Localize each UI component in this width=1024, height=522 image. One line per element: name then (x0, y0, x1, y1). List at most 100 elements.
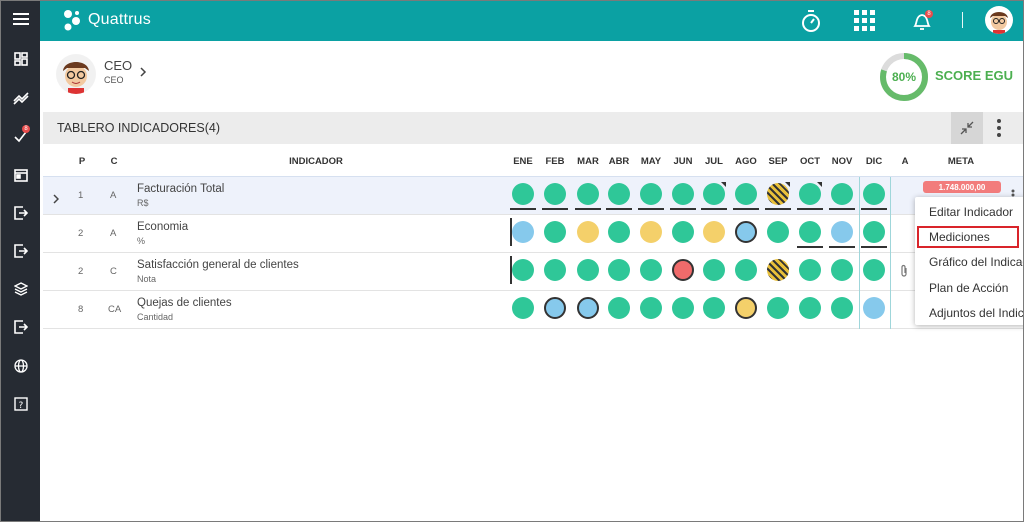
header-month-jul[interactable]: JUL (699, 156, 729, 167)
header-month-dic[interactable]: DIC (859, 156, 889, 167)
status-dot[interactable] (863, 259, 885, 281)
menu-item-indicator-chart[interactable]: Gráfico del Indicador (929, 255, 1023, 269)
status-dot[interactable] (831, 221, 853, 243)
status-dot[interactable] (577, 183, 599, 205)
status-dot[interactable] (512, 297, 534, 319)
calendar-icon[interactable] (1, 163, 40, 187)
measurement-underline (638, 208, 664, 210)
status-dot[interactable] (512, 259, 534, 281)
header-c[interactable]: C (107, 156, 121, 167)
status-dot[interactable] (512, 183, 534, 205)
status-dot[interactable] (863, 221, 885, 243)
help-icon[interactable]: ? (1, 392, 40, 416)
menu-item-edit-indicator[interactable]: Editar Indicador (929, 205, 1023, 219)
indicator-name[interactable]: Economia (137, 221, 188, 233)
layers-icon[interactable] (1, 277, 40, 301)
menu-item-attachments[interactable]: Adjuntos del Indicador (929, 306, 1023, 320)
indicator-name[interactable]: Quejas de clientes (137, 297, 232, 309)
status-dot[interactable] (640, 221, 662, 243)
status-dot[interactable] (672, 259, 694, 281)
paperclip-icon[interactable] (900, 264, 908, 283)
globe-icon[interactable] (1, 354, 40, 378)
status-dot[interactable] (703, 297, 725, 319)
status-dot[interactable] (512, 221, 534, 243)
status-dot[interactable] (863, 183, 885, 205)
dashboard-icon[interactable] (1, 47, 40, 71)
header-month-abr[interactable]: ABR (604, 156, 634, 167)
header-month-mar[interactable]: MAR (573, 156, 603, 167)
header-month-ene[interactable]: ENE (508, 156, 538, 167)
more-vertical-icon (997, 119, 1001, 137)
panel-menu-button[interactable] (989, 112, 1009, 144)
status-dot[interactable] (544, 297, 566, 319)
status-dot[interactable] (672, 221, 694, 243)
status-dot[interactable] (735, 297, 757, 319)
status-dot[interactable] (640, 183, 662, 205)
svg-text:?: ? (18, 401, 23, 411)
status-dot[interactable] (544, 259, 566, 281)
exit-icon[interactable] (1, 201, 40, 225)
status-dot[interactable] (608, 259, 630, 281)
expand-chevron-icon[interactable] (53, 191, 60, 209)
status-dot[interactable] (577, 221, 599, 243)
collapse-button[interactable] (951, 112, 983, 144)
status-dot[interactable] (831, 183, 853, 205)
status-dot[interactable] (703, 221, 725, 243)
apps-grid-icon[interactable] (851, 7, 879, 35)
comment-corner-marker (721, 182, 726, 187)
header-month-nov[interactable]: NOV (827, 156, 857, 167)
header-meta[interactable]: META (941, 156, 981, 167)
menu-item-action-plan[interactable]: Plan de Acción (929, 281, 1023, 295)
stopwatch-icon[interactable] (797, 7, 825, 35)
header-indicator[interactable]: INDICADOR (261, 156, 371, 167)
status-dot[interactable] (640, 259, 662, 281)
menu-icon[interactable] (1, 7, 40, 31)
user-avatar[interactable] (985, 6, 1013, 34)
header-month-oct[interactable]: OCT (795, 156, 825, 167)
status-dot[interactable] (799, 221, 821, 243)
notification-bell-icon[interactable]: 8 (908, 7, 936, 35)
status-dot[interactable] (640, 297, 662, 319)
status-dot[interactable] (672, 297, 694, 319)
status-dot[interactable] (544, 221, 566, 243)
header-p[interactable]: P (75, 156, 89, 167)
indicator-name[interactable]: Satisfacción general de clientes (137, 259, 299, 271)
checklist-icon[interactable]: 8 (1, 124, 40, 148)
header-month-may[interactable]: MAY (636, 156, 666, 167)
indicator-name[interactable]: Facturación Total (137, 183, 224, 195)
header-month-sep[interactable]: SEP (763, 156, 793, 167)
status-dot[interactable] (735, 183, 757, 205)
status-dot[interactable] (799, 259, 821, 281)
measurement-underline (606, 208, 632, 210)
status-dot[interactable] (767, 221, 789, 243)
status-dot[interactable] (831, 259, 853, 281)
status-dot[interactable] (799, 297, 821, 319)
header-month-feb[interactable]: FEB (540, 156, 570, 167)
exit-icon-3[interactable] (1, 315, 40, 339)
status-dot[interactable] (767, 259, 789, 281)
status-dot[interactable] (863, 297, 885, 319)
header-month-jun[interactable]: JUN (668, 156, 698, 167)
status-dot[interactable] (608, 297, 630, 319)
status-dot[interactable] (703, 259, 725, 281)
row-c: A (110, 190, 117, 201)
status-dot[interactable] (577, 259, 599, 281)
status-dot[interactable] (577, 297, 599, 319)
status-dot[interactable] (767, 297, 789, 319)
status-dot[interactable] (608, 183, 630, 205)
header-month-ago[interactable]: AGO (731, 156, 761, 167)
row-p: 2 (78, 266, 84, 277)
status-dot[interactable] (831, 297, 853, 319)
status-dot[interactable] (735, 221, 757, 243)
status-dot[interactable] (608, 221, 630, 243)
status-dot[interactable] (544, 183, 566, 205)
row-c: CA (108, 304, 122, 315)
trend-icon[interactable] (1, 86, 40, 110)
exit-icon-2[interactable] (1, 239, 40, 263)
chevron-right-icon[interactable] (139, 65, 147, 83)
status-dot[interactable] (735, 259, 757, 281)
header-a[interactable]: A (897, 156, 913, 167)
brand-logo[interactable]: Quattrus (62, 9, 151, 31)
panel-title: TABLERO INDICADORES(4) (57, 121, 220, 135)
status-dot[interactable] (672, 183, 694, 205)
